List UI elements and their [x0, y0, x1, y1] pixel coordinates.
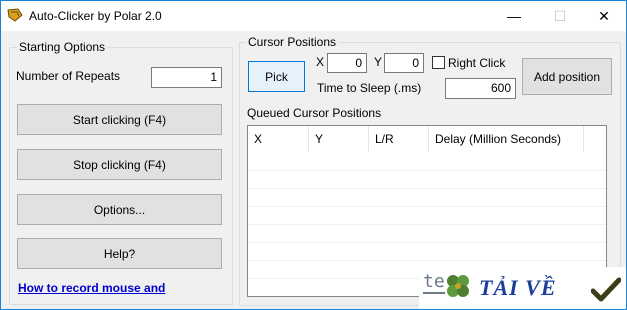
column-header-lr[interactable]: L/R — [369, 126, 429, 152]
close-button[interactable]: ✕ — [581, 1, 626, 31]
column-header-delay[interactable]: Delay (Million Seconds) — [429, 126, 584, 152]
queue-title: Queued Cursor Positions — [247, 106, 382, 120]
y-coordinate-input[interactable]: 0 — [384, 53, 424, 73]
x-label: X — [316, 55, 325, 69]
grid-line — [248, 188, 606, 189]
watermark-prefix: te — [423, 271, 445, 294]
grid-line — [248, 206, 606, 207]
cursor-positions-title: Cursor Positions — [246, 35, 339, 49]
add-position-button[interactable]: Add position — [522, 58, 612, 95]
options-button[interactable]: Options... — [17, 194, 222, 225]
starting-options-title: Starting Options — [17, 40, 108, 54]
grid-line — [248, 242, 606, 243]
title-bar: Auto-Clicker by Polar 2.0 — ☐ ✕ — [1, 1, 626, 31]
clover-icon — [447, 275, 469, 297]
watermark-text: TẢI VỀ — [479, 275, 557, 300]
maximize-icon: ☐ — [553, 7, 567, 24]
x-coordinate-input[interactable]: 0 — [327, 53, 367, 73]
grid-line — [248, 224, 606, 225]
grid-line — [248, 170, 606, 171]
app-window: Auto-Clicker by Polar 2.0 — ☐ ✕ Starting… — [0, 0, 627, 310]
watermark-logo: te TẢI VỀ — [419, 267, 626, 309]
sleep-time-input[interactable]: 600 — [445, 78, 516, 99]
start-clicking-button[interactable]: Start clicking (F4) — [17, 104, 222, 135]
stop-clicking-button[interactable]: Stop clicking (F4) — [17, 149, 222, 180]
right-click-label: Right Click — [448, 56, 506, 70]
sleep-label: Time to Sleep (.ms) — [317, 81, 422, 95]
minimize-icon: — — [507, 8, 521, 24]
column-header-x[interactable]: X — [248, 126, 309, 152]
cursor-app-icon — [7, 8, 23, 22]
close-icon: ✕ — [598, 7, 610, 24]
maximize-button[interactable]: ☐ — [537, 1, 583, 31]
minimize-button[interactable]: — — [491, 1, 537, 31]
right-click-checkbox[interactable] — [432, 56, 445, 69]
list-header: X Y L/R Delay (Million Seconds) — [248, 126, 606, 152]
repeats-label: Number of Repeats — [16, 69, 121, 83]
repeats-input[interactable]: 1 — [151, 67, 222, 88]
help-button[interactable]: Help? — [17, 238, 222, 269]
record-mouse-link[interactable]: How to record mouse and — [18, 281, 165, 295]
window-title: Auto-Clicker by Polar 2.0 — [29, 9, 162, 23]
checkmark-icon — [591, 277, 621, 302]
pick-button[interactable]: Pick — [248, 61, 305, 92]
y-label: Y — [374, 55, 383, 69]
column-header-y[interactable]: Y — [309, 126, 369, 152]
grid-line — [248, 260, 606, 261]
